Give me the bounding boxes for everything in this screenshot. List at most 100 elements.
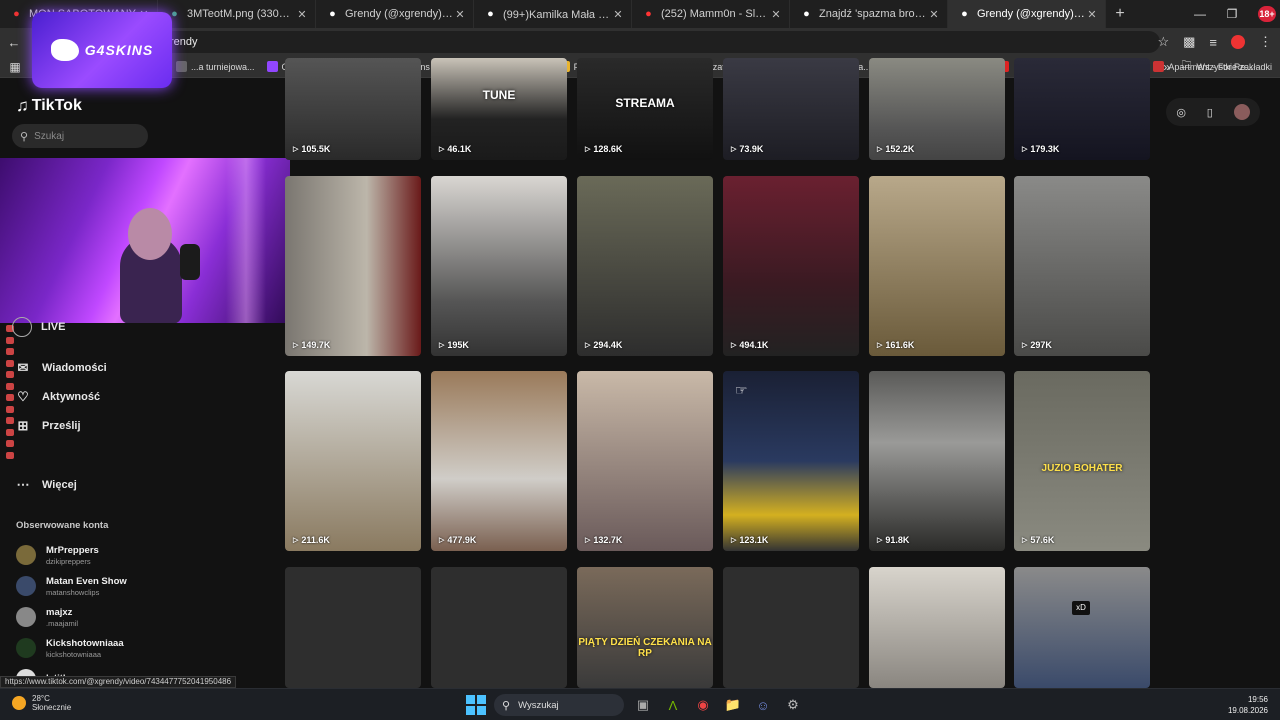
video-thumbnail[interactable]: [431, 567, 567, 688]
kebab-menu-icon[interactable]: ⋮: [1259, 34, 1272, 50]
video-thumbnail[interactable]: ▷ 297K: [1014, 176, 1150, 356]
g4skins-overlay-logo: G4SKINS: [32, 12, 172, 88]
close-tab-icon[interactable]: ✕: [927, 8, 941, 21]
video-thumbnail[interactable]: ▷ 105.5K: [285, 58, 421, 160]
tiktok-logo[interactable]: ♫ TikTok: [16, 96, 82, 116]
video-thumbnail[interactable]: ▷ 211.6K: [285, 371, 421, 551]
bookmark-star-icon[interactable]: ☆: [1157, 34, 1169, 50]
compass-icon[interactable]: ◎: [1176, 106, 1186, 119]
apps-grid-icon[interactable]: ▦: [0, 60, 30, 74]
nav-messages[interactable]: ✉ Wiadomości: [12, 360, 272, 376]
video-thumbnail[interactable]: ▷ 152.2K: [869, 58, 1005, 160]
bookmark-item[interactable]: ...a turniejowa...: [170, 61, 261, 72]
browser-tab[interactable]: ● Grendy (@xgrendy) | TikTok✕: [948, 0, 1106, 28]
followed-account[interactable]: Matan Even Show matanshowclips: [16, 571, 256, 601]
video-thumbnail[interactable]: ▷ 161.6K: [869, 176, 1005, 356]
new-tab-button[interactable]: +: [1106, 5, 1134, 23]
minimize-icon[interactable]: —: [1184, 7, 1216, 21]
followed-account[interactable]: Kickshotowniaaa kickshotowniaaa: [16, 633, 256, 663]
close-tab-icon[interactable]: ✕: [769, 8, 783, 21]
browser-tab[interactable]: ● Znajdź 'spazma brokies' na Tik✕: [790, 0, 948, 28]
video-thumbnail[interactable]: ▷ 195K: [431, 176, 567, 356]
thumbnail-sticker: xD: [1072, 601, 1090, 615]
bookmarks-overflow-icon[interactable]: »: [1163, 60, 1170, 74]
profile-badge[interactable]: 18+: [1258, 6, 1276, 22]
close-tab-icon[interactable]: ✕: [1085, 8, 1099, 21]
video-thumbnail[interactable]: ▷ 477.9K: [431, 371, 567, 551]
url-field[interactable]: rendy: [60, 31, 1160, 53]
all-bookmarks-button[interactable]: 🗀 Wszystkie zakładki: [1181, 58, 1272, 75]
video-thumbnail[interactable]: ▷ 91.8K: [869, 371, 1005, 551]
video-thumbnail[interactable]: JUZIO BOHATER ▷ 57.6K: [1014, 371, 1150, 551]
video-thumbnail[interactable]: xD: [1014, 567, 1150, 688]
account-handle: dzikipreppers: [46, 556, 91, 566]
play-icon: ▷: [293, 537, 299, 544]
chat-message: [6, 450, 82, 462]
extensions-icon[interactable]: ▩: [1183, 34, 1195, 50]
play-icon: ▷: [731, 342, 737, 349]
nav-activity[interactable]: ♡ Aktywność: [12, 389, 272, 405]
tiktok-icon: ●: [487, 7, 494, 20]
address-bar-row: ← rendy ☆ ▩ ≡ ⋮: [0, 28, 1280, 56]
video-thumbnail[interactable]: ▷ 132.7K: [577, 371, 713, 551]
nav-upload[interactable]: ⊞ Prześlij: [12, 418, 272, 434]
thumbnail-caption: PIĄTY DZIEŃ CZEKANIA NA RP: [578, 637, 712, 659]
view-count: ▷ 128.6K: [585, 144, 622, 154]
browser-tab[interactable]: ● 3MTeotM.png (330×58) ✕: [158, 0, 316, 28]
video-thumbnail[interactable]: ▷ 149.7K: [285, 176, 421, 356]
chrome-icon[interactable]: ◉: [692, 694, 714, 716]
browser-tab[interactable]: ● (252) Mamm0n - Sleepy Voice✕: [632, 0, 790, 28]
settings-gear-icon[interactable]: ⚙: [782, 694, 804, 716]
view-count: ▷ 195K: [439, 340, 469, 350]
view-count-value: 161.6K: [885, 340, 915, 350]
video-thumbnail[interactable]: [723, 567, 859, 688]
followed-account[interactable]: MrPreppers dzikipreppers: [16, 540, 256, 570]
restore-icon[interactable]: ❐: [1216, 7, 1248, 21]
account-handle: .maajamil: [46, 618, 79, 628]
close-tab-icon[interactable]: ✕: [611, 8, 625, 21]
webcam-light: [226, 158, 266, 323]
media-icon[interactable]: ≡: [1209, 35, 1217, 50]
task-view-icon[interactable]: ▣: [632, 694, 654, 716]
taskbar-search[interactable]: ⚲ Wyszukaj: [494, 694, 624, 716]
weather-widget[interactable]: 28°C Słonecznie: [12, 694, 71, 712]
nvidia-icon[interactable]: Λ: [662, 694, 684, 716]
browser-tab[interactable]: ● (99+)Kamilka Mała Iskierka 🌟✕: [474, 0, 632, 28]
view-count-value: 149.7K: [301, 340, 331, 350]
thumbnail-caption: STREAMA: [615, 96, 675, 110]
sun-icon: [12, 696, 26, 710]
user-avatar-icon[interactable]: [1233, 104, 1250, 120]
tab-title: Grendy (@xgrendy) | TikTok: [977, 8, 1085, 20]
play-icon: ▷: [1022, 342, 1028, 349]
video-thumbnail[interactable]: STREAMA ▷ 128.6K: [577, 58, 713, 160]
device-icon[interactable]: ▯: [1207, 106, 1213, 119]
windows-taskbar: 28°C Słonecznie ⚲ Wyszukaj ▣ Λ ◉ 📁 ☺ ⚙ 1…: [0, 688, 1280, 720]
video-thumbnail[interactable]: PIĄTY DZIEŃ CZEKANIA NA RP: [577, 567, 713, 688]
profile-avatar-icon[interactable]: [1231, 35, 1245, 49]
video-thumbnail[interactable]: ▷ 294.4K: [577, 176, 713, 356]
back-arrow-icon[interactable]: ←: [0, 35, 28, 50]
tab-title: Grendy (@xgrendy) | TikTok: [345, 8, 453, 20]
live-icon: [12, 317, 32, 337]
followed-account[interactable]: majxz .maajamil: [16, 602, 256, 632]
video-thumbnail[interactable]: ▷ 179.3K: [1014, 58, 1150, 160]
windows-start-icon[interactable]: [466, 695, 486, 715]
weather-temp: 28°C: [32, 694, 50, 703]
video-thumbnail[interactable]: ▷ 494.1K: [723, 176, 859, 356]
system-clock[interactable]: 19:56 19.08.2026: [1228, 694, 1268, 716]
file-explorer-icon[interactable]: 📁: [722, 694, 744, 716]
video-thumbnail[interactable]: [285, 567, 421, 688]
video-thumbnail[interactable]: ▷ 123.1K: [723, 371, 859, 551]
search-input[interactable]: ⚲ Szukaj: [12, 124, 148, 148]
discord-icon[interactable]: ☺: [752, 694, 774, 716]
close-tab-icon[interactable]: ✕: [453, 8, 467, 21]
close-tab-icon[interactable]: ✕: [295, 8, 309, 21]
video-thumbnail[interactable]: ▷ 73.9K: [723, 58, 859, 160]
nav-live[interactable]: LIVE: [12, 317, 272, 337]
play-icon: ▷: [439, 146, 445, 153]
nav-more[interactable]: ⋯ Więcej: [12, 477, 272, 493]
view-count: ▷ 123.1K: [731, 535, 768, 545]
video-thumbnail[interactable]: TUNE ▷ 46.1K: [431, 58, 567, 160]
video-thumbnail[interactable]: [869, 567, 1005, 688]
browser-tab[interactable]: ● Grendy (@xgrendy) | TikTok✕: [316, 0, 474, 28]
